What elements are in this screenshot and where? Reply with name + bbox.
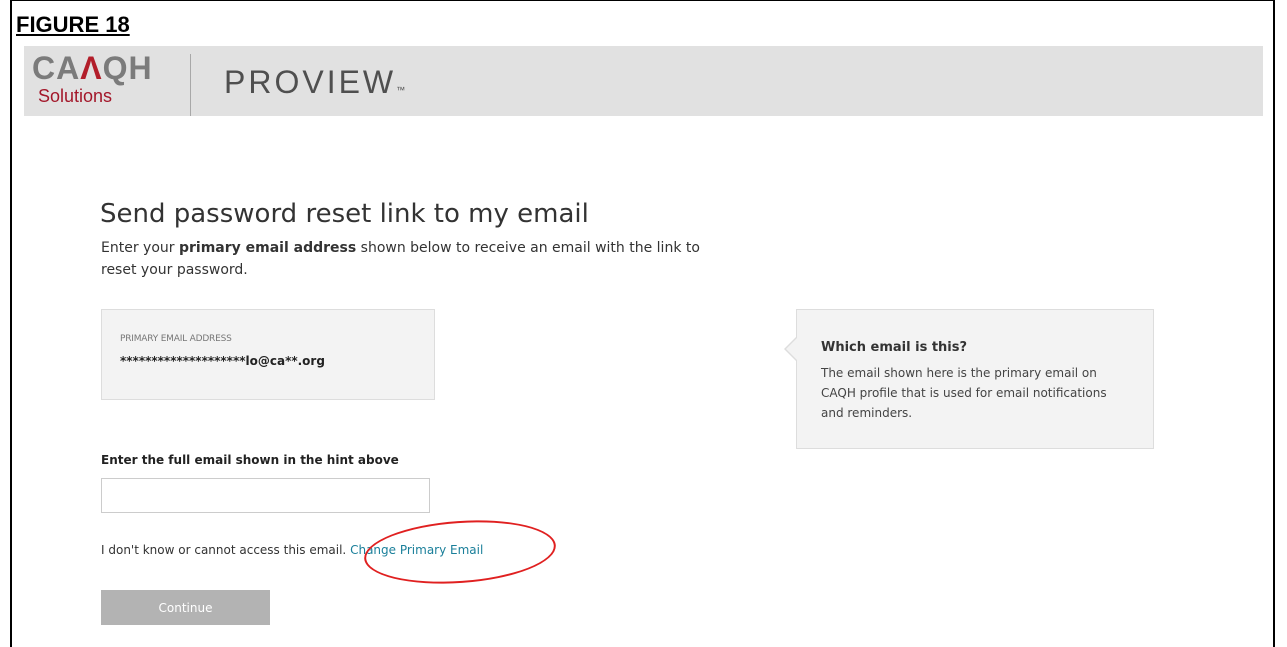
logo-subtitle: Solutions: [38, 86, 113, 106]
callout-arrow-fill: [786, 337, 798, 361]
site-header: CAΛQH Solutions PROVIEW™: [24, 46, 1263, 116]
product-name-text: PROVIEW: [224, 64, 397, 100]
logo-accent: Λ: [80, 50, 103, 86]
continue-button[interactable]: Continue: [101, 590, 270, 625]
figure-label: FIGURE 18: [16, 12, 130, 37]
info-callout: Which email is this? The email shown her…: [784, 309, 1154, 449]
masked-email: ********************lo@ca**.org: [120, 354, 325, 368]
page-title: Send password reset link to my email: [100, 199, 589, 229]
page-description: Enter your primary email address shown b…: [101, 237, 701, 281]
email-field-label: Enter the full email shown in the hint a…: [101, 453, 399, 467]
logo-text-rest: QH: [102, 50, 153, 86]
desc-prefix: Enter your: [101, 240, 179, 256]
caqh-logo: CAΛQH: [32, 52, 153, 84]
email-hint-box: PRIMARY EMAIL ADDRESS ******************…: [101, 309, 435, 400]
trademark-mark: ™: [396, 85, 406, 95]
logo-divider: [190, 54, 191, 116]
access-help-line: I don't know or cannot access this email…: [101, 543, 483, 557]
access-text: I don't know or cannot access this email…: [101, 543, 347, 557]
desc-bold: primary email address: [178, 240, 357, 256]
hint-label: PRIMARY EMAIL ADDRESS: [120, 334, 232, 344]
product-name: PROVIEW™: [224, 64, 405, 108]
logo-text-main: CA: [32, 50, 81, 86]
info-text: The email shown here is the primary emai…: [821, 366, 1107, 420]
info-title: Which email is this?: [821, 340, 968, 355]
email-field[interactable]: [101, 478, 430, 513]
change-primary-email-link[interactable]: Change Primary Email: [350, 543, 483, 557]
